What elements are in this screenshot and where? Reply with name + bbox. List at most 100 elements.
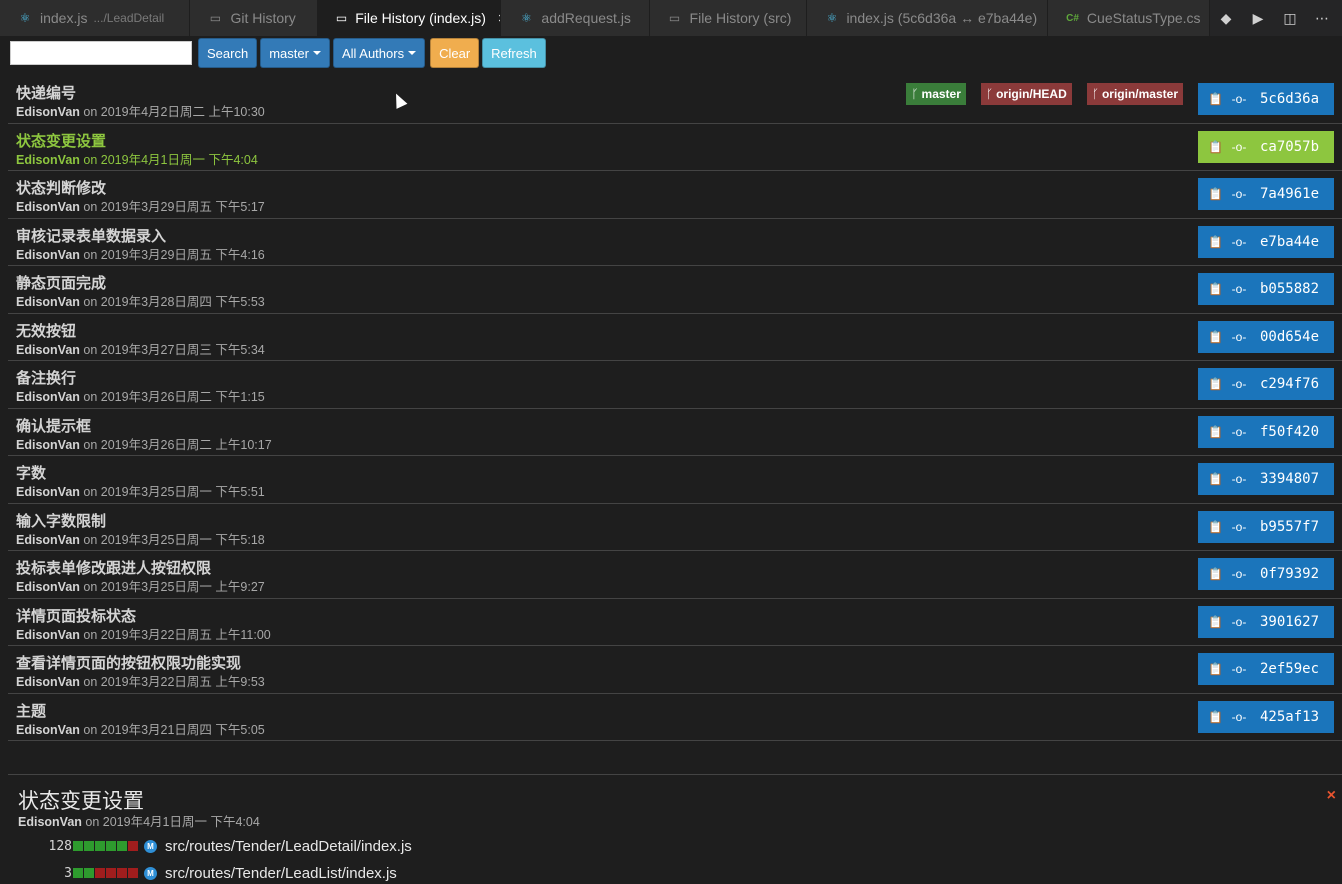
branch-dropdown[interactable]: master (260, 38, 330, 68)
commit-author[interactable]: EdisonVan (16, 248, 80, 262)
tab-1[interactable]: ▭ Git History (190, 0, 318, 36)
diff-stat-bar (117, 841, 127, 851)
commit-row[interactable]: 详情页面投标状态 EdisonVan on 2019年3月22日周五 上午11:0… (8, 599, 1342, 646)
commit-author[interactable]: EdisonVan (16, 628, 80, 642)
commit-hash-button[interactable]: 📋 -o- 7a4961e (1198, 178, 1334, 210)
detail-author[interactable]: EdisonVan (18, 815, 82, 829)
commit-author[interactable]: EdisonVan (16, 105, 80, 119)
commit-icon: -o- (1231, 187, 1247, 201)
tab-4[interactable]: ▭ File History (src) (649, 0, 808, 36)
commit-author[interactable]: EdisonVan (16, 295, 80, 309)
commit-hash-button[interactable]: 📋 -o- 425af13 (1198, 700, 1334, 733)
commit-icon: -o- (1231, 424, 1247, 439)
commit-hash-button[interactable]: 📋 -o-f50f420 (1198, 415, 1334, 448)
tab-bar: ⚛ index.js .../LeadDetail ▭ Git History ▭ File… (0, 0, 1342, 36)
file-path[interactable]: src/routes/Tender/LeadDetail/index.js (165, 838, 412, 855)
commit-author[interactable]: EdisonVan (16, 390, 80, 404)
clipboard-icon[interactable]: 📋 (1208, 567, 1223, 581)
commit-hash-button[interactable]: 📋 -o- 5c6d36a (1198, 83, 1334, 115)
commit-hash-button[interactable]: 📋 -o- 2ef59ec (1198, 653, 1334, 685)
diff-stat-bar (95, 868, 105, 878)
commit-hash-button[interactable]: 📋 -o- 0f79392 (1198, 558, 1334, 590)
clipboard-icon[interactable]: 📋 (1208, 710, 1223, 724)
commit-icon: -o- (1231, 282, 1247, 296)
clipboard-icon[interactable]: 📋 (1208, 140, 1223, 154)
commit-hash-button[interactable]: 📋 -o- 3901627 (1198, 605, 1334, 638)
clipboard-icon[interactable]: 📋 (1208, 377, 1223, 391)
ref-badge[interactable]: ᚴ origin/HEAD (980, 83, 1072, 105)
more-actions-icon[interactable]: ⋯ (1306, 10, 1338, 27)
commit-hash-button[interactable]: 📋 -o-ca7057b (1198, 130, 1334, 163)
commit-hash: 3394807 (1260, 471, 1320, 487)
commit-row[interactable]: 无效按钮 EdisonVan on 2019年3月27日周三 下午5:34 📋 -o-… (8, 314, 1342, 361)
clipboard-icon[interactable]: 📋 (1208, 235, 1223, 249)
authors-dropdown-label: All Authors (341, 45, 405, 61)
commit-hash-button[interactable]: 📋 -o- 3394807 (1198, 463, 1334, 495)
commit-author[interactable]: EdisonVan (16, 485, 80, 499)
react-icon: ⚛ (19, 11, 31, 25)
commit-row[interactable]: 确认提示框 EdisonVan on 2019年3月26日周二 上午10:17 📋 -… (8, 409, 1342, 456)
commit-message: 静态页面完成 (16, 275, 107, 292)
commit-author[interactable]: EdisonVan (16, 343, 80, 357)
commit-icon: -o- (1231, 567, 1247, 581)
commit-author[interactable]: EdisonVan (16, 533, 80, 547)
clipboard-icon[interactable]: 📋 (1208, 472, 1223, 486)
search-button[interactable]: Search (198, 38, 258, 68)
commit-author[interactable]: EdisonVan (16, 153, 80, 167)
tab-5[interactable]: ⚛ index.js (5c6d36a ↔ e7ba44e) (807, 0, 1049, 36)
commit-row[interactable]: 查看详情页面的按钮权限功能实现 EdisonVan on 2019年3月22日周五… (8, 646, 1342, 694)
split-editor-icon[interactable]: ◫ (1274, 10, 1306, 27)
commit-author[interactable]: EdisonVan (16, 438, 80, 452)
search-input[interactable] (10, 41, 192, 65)
authors-dropdown[interactable]: All Authors (332, 38, 426, 68)
file-icon: ▭ (668, 11, 681, 25)
clear-button[interactable]: Clear (430, 38, 480, 68)
commit-author[interactable]: EdisonVan (16, 675, 80, 689)
tab-6[interactable]: C# CueStatusType.cs (1048, 0, 1211, 36)
clipboard-icon[interactable]: 📋 (1208, 282, 1223, 296)
commit-icon: -o- (1231, 329, 1247, 344)
commit-message: 主题 (16, 702, 47, 720)
commit-row[interactable]: 状态变更设置 EdisonVan on 2019年4月1日周一 下午4:04 📋 -o… (8, 124, 1342, 171)
ref-badge[interactable]: ᚴ master (906, 83, 966, 105)
run-icon[interactable]: ▶ (1242, 10, 1274, 27)
commit-row[interactable]: 静态页面完成 EdisonVan on 2019年3月28日周四 下午5:53 📋 -… (8, 266, 1342, 314)
commit-row[interactable]: 审核记录表单数据录入 EdisonVan on 2019年3月29日周五 下午4:… (8, 219, 1342, 266)
commit-date: on 2019年3月27日周三 下午5:34 (83, 342, 265, 357)
commit-hash-button[interactable]: 📋 -o-b9557f7 (1198, 510, 1334, 543)
tab-0[interactable]: ⚛ index.js .../LeadDetail (0, 0, 191, 36)
clipboard-icon[interactable]: 📋 (1208, 520, 1223, 534)
commit-row[interactable]: 输入字数限制 EdisonVan on 2019年3月25日周一 下午5:18 📋 -… (8, 504, 1342, 551)
commit-row[interactable]: 状态判断修改 EdisonVan on 2019年3月29日周五 下午5:17 📋 -… (8, 171, 1342, 219)
clipboard-icon[interactable]: 📋 (1208, 615, 1223, 629)
clipboard-icon[interactable]: 📋 (1208, 662, 1223, 676)
commit-row[interactable]: 字数 EdisonVan on 2019年3月25日周一 下午5:51 📋 -o- 33… (8, 456, 1342, 504)
commit-author[interactable]: EdisonVan (16, 723, 80, 737)
commit-author[interactable]: EdisonVan (16, 580, 80, 594)
commit-row[interactable]: 快递编号 EdisonVan on 2019年4月2日周二 上午10:30 📋 -o-… (8, 76, 1342, 124)
commit-date: on 2019年3月25日周一 下午5:18 (83, 532, 265, 547)
git-icon[interactable]: ◆ (1210, 10, 1242, 27)
clipboard-icon[interactable]: 📋 (1208, 425, 1223, 439)
commit-hash-button[interactable]: 📋 -o-b055882 (1198, 273, 1334, 305)
commit-author[interactable]: EdisonVan (16, 200, 80, 214)
clipboard-icon[interactable]: 📋 (1208, 330, 1223, 344)
changed-file[interactable]: 128 Msrc/routes/Tender/LeadDetail/index.j… (28, 836, 412, 856)
tab-2[interactable]: ▭File History (index.js)× (317, 0, 502, 36)
commit-hash-button[interactable]: 📋 -o-e7ba44e (1198, 225, 1334, 258)
change-count: 3 (64, 865, 72, 881)
commit-row[interactable]: 投标表单修改跟进人按钮权限 EdisonVan on 2019年3月25日周一 上… (8, 551, 1342, 599)
file-path[interactable]: src/routes/Tender/LeadList/index.js (165, 865, 397, 882)
clipboard-icon[interactable]: 📋 (1208, 92, 1223, 106)
tab-3[interactable]: ⚛ addRequest.js (501, 0, 650, 36)
changed-file[interactable]: 3 Msrc/routes/Tender/LeadList/index.js (28, 863, 397, 883)
commit-row[interactable]: 主题 EdisonVan on 2019年3月21日周四 下午5:05 📋 -o- 42… (8, 694, 1342, 741)
clipboard-icon[interactable]: 📋 (1208, 187, 1223, 201)
ref-badge[interactable]: ᚴ origin/master (1086, 83, 1183, 105)
commit-hash-button[interactable]: 📋 -o- 00d654e (1198, 320, 1334, 353)
refresh-button[interactable]: Refresh (482, 38, 546, 68)
diff-stat-bar (128, 868, 138, 878)
commit-hash-button[interactable]: 📋 -o-c294f76 (1198, 368, 1334, 400)
close-icon[interactable]: × (1327, 787, 1336, 805)
commit-row[interactable]: 备注换行 EdisonVan on 2019年3月26日周二 下午1:15 📋 -o-… (8, 361, 1342, 409)
